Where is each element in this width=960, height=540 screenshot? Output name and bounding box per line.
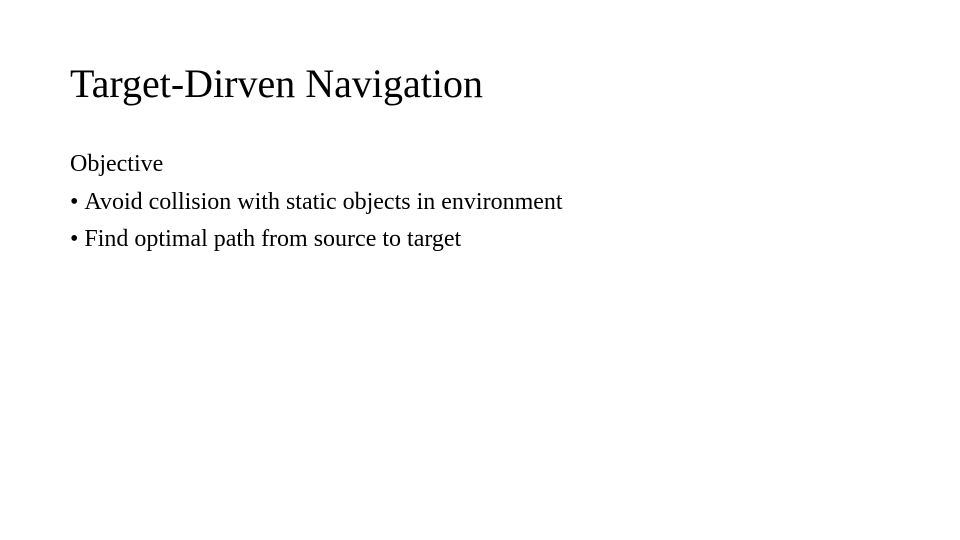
bullet-icon: • [70, 186, 78, 218]
slide-title: Target-Dirven Navigation [70, 60, 890, 108]
slide: Target-Dirven Navigation Objective • Avo… [0, 0, 960, 540]
list-item: • Find optimal path from source to targe… [70, 223, 890, 255]
bullet-text: Find optimal path from source to target [84, 223, 461, 255]
bullet-text: Avoid collision with static objects in e… [84, 186, 562, 218]
list-item: • Avoid collision with static objects in… [70, 186, 890, 218]
objective-heading: Objective [70, 148, 890, 180]
bullet-icon: • [70, 223, 78, 255]
